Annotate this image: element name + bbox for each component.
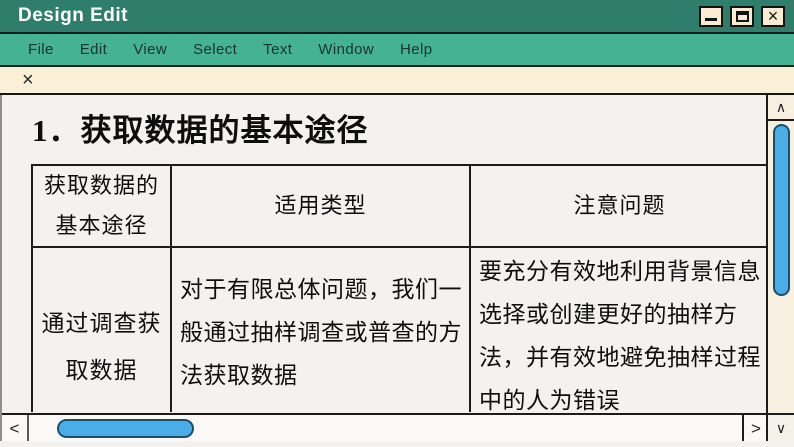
chevron-down-icon: ∨	[775, 420, 787, 436]
tab-close-icon[interactable]: ×	[22, 70, 34, 90]
minimize-icon	[705, 12, 717, 21]
tab-bar: ×	[0, 67, 794, 95]
window-controls: ×	[699, 5, 785, 27]
menu-select[interactable]: Select	[193, 41, 237, 58]
chevron-left-icon: <	[9, 418, 20, 438]
page-title: 1．获取数据的基本途径	[32, 113, 369, 148]
menu-window[interactable]: Window	[318, 41, 374, 58]
maximize-button[interactable]	[730, 5, 754, 27]
titlebar[interactable]: Design Edit ×	[0, 0, 794, 34]
table-row: 通过调查获取数据 对于有限总体问题，我们一般通过抽样调查或普查的方法获取数据 要…	[31, 246, 770, 412]
table-header-applicable-type: 适用类型	[170, 164, 471, 248]
chevron-up-icon: ∧	[775, 99, 787, 115]
document-area: 1．获取数据的基本途径 获取数据的基本途径 适用类型 注意问题 通过调查获取数据…	[0, 95, 794, 441]
scroll-left-button[interactable]: <	[2, 415, 29, 441]
menu-file[interactable]: File	[28, 41, 54, 58]
close-button[interactable]: ×	[761, 5, 785, 27]
chevron-right-icon: >	[751, 418, 761, 438]
table-cell-caution: 要充分有效地利用背景信息选择或创建更好的抽样方法，并有效地避免抽样过程中的人为错…	[469, 246, 770, 412]
vertical-scrollbar-thumb[interactable]	[773, 124, 790, 296]
window-title: Design Edit	[18, 5, 129, 26]
table-container: 获取数据的基本途径 适用类型 注意问题 通过调查获取数据 对于有限总体问题，我们…	[31, 164, 770, 412]
menu-view[interactable]: View	[133, 41, 167, 58]
horizontal-scrollbar[interactable]: < >	[2, 413, 768, 441]
table-cell-method: 通过调查获取数据	[31, 246, 172, 412]
maximize-icon	[735, 10, 749, 22]
table-header-caution: 注意问题	[469, 164, 770, 248]
minimize-button[interactable]	[699, 5, 723, 27]
menu-edit[interactable]: Edit	[80, 41, 107, 58]
close-icon: ×	[767, 6, 779, 26]
menu-help[interactable]: Help	[400, 41, 432, 58]
table-header-method: 获取数据的基本途径	[31, 164, 172, 248]
table-cell-applicable-type: 对于有限总体问题，我们一般通过抽样调查或普查的方法获取数据	[170, 246, 471, 412]
data-table: 获取数据的基本途径 适用类型 注意问题 通过调查获取数据 对于有限总体问题，我们…	[31, 164, 770, 412]
app-window: Design Edit × File Edit View Select Text…	[0, 0, 794, 447]
menu-text[interactable]: Text	[263, 41, 292, 58]
vertical-scrollbar[interactable]: ∧	[766, 95, 794, 441]
scroll-down-button[interactable]: ∨	[766, 413, 794, 441]
scroll-up-button[interactable]: ∧	[768, 95, 794, 121]
scroll-right-button[interactable]: >	[742, 415, 768, 441]
menubar: File Edit View Select Text Window Help	[0, 34, 794, 67]
table-header-row: 获取数据的基本途径 适用类型 注意问题	[31, 164, 770, 248]
horizontal-scrollbar-thumb[interactable]	[57, 419, 194, 438]
